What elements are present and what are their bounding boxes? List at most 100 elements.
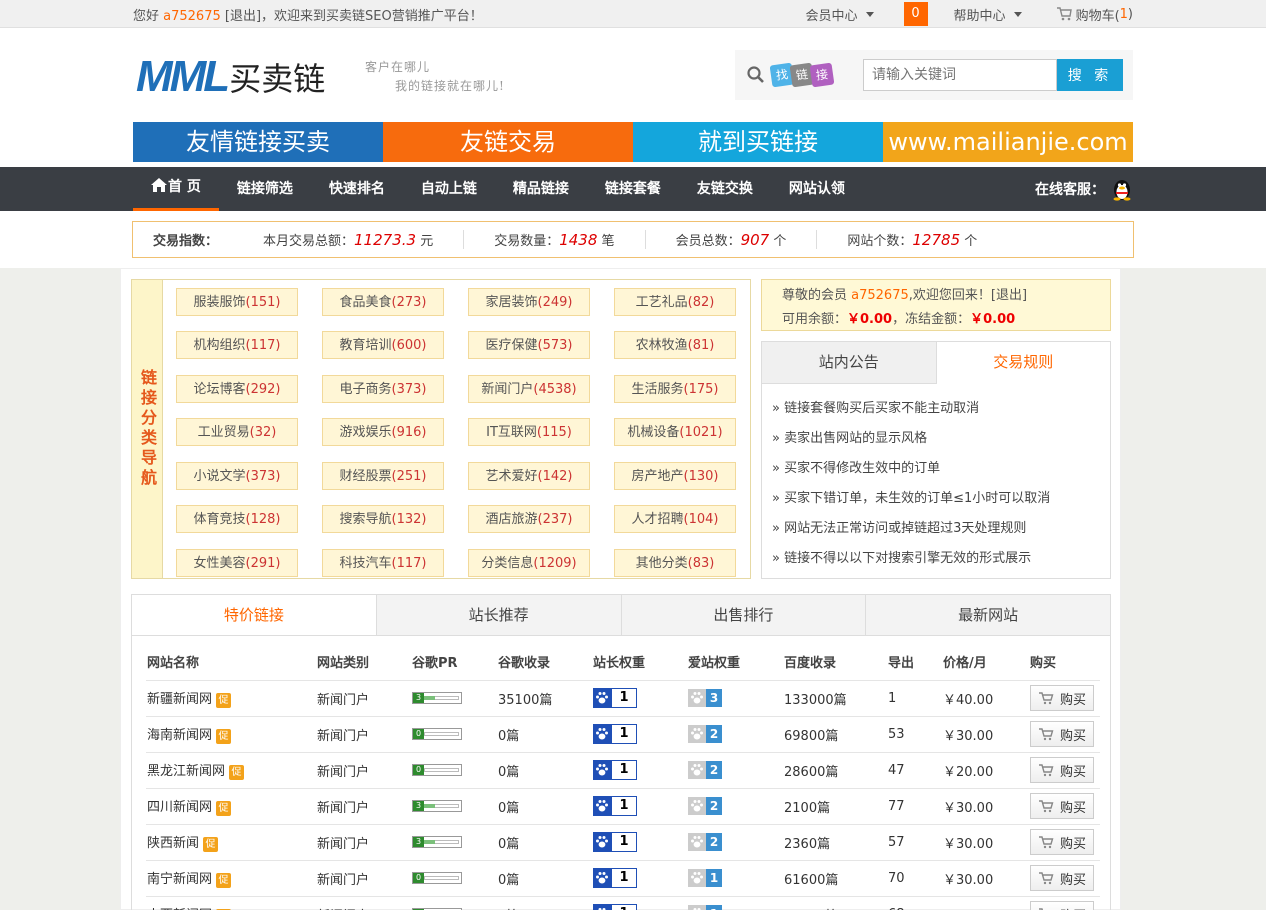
member-username-link[interactable]: a752675 <box>851 288 909 303</box>
category-link[interactable]: 农林牧渔(81) <box>614 331 736 360</box>
buy-button[interactable]: 购买 <box>1030 793 1094 819</box>
promo-banner[interactable]: 友情链接买卖 友链交易 就到买链接 www.mailianjie.com <box>133 122 1133 162</box>
category-link[interactable]: 酒店旅游(237) <box>468 505 590 534</box>
username-link[interactable]: a752675 <box>163 9 221 24</box>
nav-item[interactable]: 精品链接 <box>495 167 587 211</box>
site-name-link[interactable]: 陕西新闻 <box>147 836 199 851</box>
category-link[interactable]: 艺术爱好(142) <box>468 461 590 490</box>
search-button[interactable]: 搜 索 <box>1057 59 1123 91</box>
stat-value: 12785 <box>912 231 961 249</box>
google-pr-cell: 0 <box>411 715 497 752</box>
category-link[interactable]: 食品美食(273) <box>322 288 444 316</box>
tab-special-links[interactable]: 特价链接 <box>132 595 376 635</box>
category-link[interactable]: 医疗保健(573) <box>468 331 590 360</box>
buy-button[interactable]: 购买 <box>1030 721 1094 747</box>
category-link[interactable]: 体育竞技(128) <box>176 505 298 534</box>
nav-item[interactable]: 链接套餐 <box>587 167 679 211</box>
category-link[interactable]: 搜索导航(132) <box>322 505 444 534</box>
site-name-link[interactable]: 海南新闻网 <box>147 728 212 743</box>
banner-segment: 友情链接买卖 <box>133 122 383 162</box>
site-name-link[interactable]: 新疆新闻网 <box>147 692 212 707</box>
outbound-links: 47 <box>887 751 942 788</box>
category-link[interactable]: 分类信息(1209) <box>468 548 590 577</box>
buy-button[interactable]: 购买 <box>1030 685 1094 711</box>
member-welcome-text: ,欢迎您回来！[退出] <box>908 288 1028 303</box>
tab-site-notice[interactable]: 站内公告 <box>762 342 936 384</box>
tab-sales-ranking[interactable]: 出售排行 <box>620 595 866 635</box>
site-name-link[interactable]: 四川新闻网 <box>147 800 212 815</box>
qq-penguin-icon <box>1113 180 1131 201</box>
buy-button[interactable]: 购买 <box>1030 757 1094 783</box>
online-service[interactable]: 在线客服： <box>1035 177 1133 201</box>
aizhan-weight-value: 2 <box>706 725 722 743</box>
buy-button[interactable]: 购买 <box>1030 865 1094 891</box>
tab-new-sites[interactable]: 最新网站 <box>865 595 1110 635</box>
category-link[interactable]: 工业贸易(32) <box>176 418 298 447</box>
aizhan-weight-badge: 2 <box>688 761 722 779</box>
nav-item[interactable]: 自动上链 <box>403 167 495 211</box>
category-link[interactable]: 机构组织(117) <box>176 331 298 360</box>
search-input[interactable] <box>863 59 1057 91</box>
category-name: 服装服饰 <box>193 295 246 310</box>
category-link[interactable]: 工艺礼品(82) <box>614 288 736 316</box>
category-link[interactable]: 机械设备(1021) <box>614 418 736 447</box>
pagerank-value: 0 <box>413 873 424 883</box>
google-pr-cell: 0 <box>411 859 497 896</box>
nav-item[interactable]: 友链交换 <box>679 167 771 211</box>
category-link[interactable]: 服装服饰(151) <box>176 288 298 316</box>
category-link[interactable]: 论坛博客(292) <box>176 374 298 403</box>
category-link[interactable]: IT互联网(115) <box>468 418 590 447</box>
online-service-label: 在线客服： <box>1035 182 1105 198</box>
nav-item[interactable]: 链接筛选 <box>219 167 311 211</box>
baidu-index: 2100篇 <box>783 787 887 824</box>
webmaster-weight-value: 1 <box>611 760 637 780</box>
cart-count: 1 <box>1119 6 1128 22</box>
category-link[interactable]: 新闻门户(4538) <box>468 374 590 403</box>
tab-trade-rules[interactable]: 交易规则 <box>935 342 1110 384</box>
aizhan-paw-icon <box>688 905 706 910</box>
site-name-link[interactable]: 南宁新闻网 <box>147 872 212 887</box>
google-index: 0篇 <box>497 859 592 896</box>
category-link[interactable]: 电子商务(373) <box>322 374 444 403</box>
pagerank-bar: 0 <box>412 728 462 740</box>
category-link[interactable]: 人才招聘(104) <box>614 505 736 534</box>
notice-link[interactable]: » 链接套餐购买后买家不能主动取消 <box>772 394 1110 424</box>
site-logo[interactable]: MML 买卖链 <box>136 52 325 102</box>
buy-button[interactable]: 购买 <box>1030 829 1094 855</box>
site-name-link[interactable]: 黑龙江新闻网 <box>147 764 225 779</box>
notice-link[interactable]: » 网站无法正常访问或掉链超过3天处理规则 <box>772 514 1110 544</box>
category-link[interactable]: 房产地产(130) <box>614 461 736 490</box>
category-link[interactable]: 游戏娱乐(916) <box>322 418 444 447</box>
help-center-dropdown[interactable]: 帮助中心 <box>954 5 1022 24</box>
cart-link[interactable]: 购物车(1) <box>1056 5 1133 24</box>
category-link[interactable]: 家居装饰(249) <box>468 288 590 316</box>
category-link[interactable]: 其他分类(83) <box>614 548 736 577</box>
nav-item[interactable]: 快速排名 <box>311 167 403 211</box>
logout-link[interactable]: [退出] <box>225 9 261 24</box>
notice-link[interactable]: » 卖家出售网站的显示风格 <box>772 424 1110 454</box>
notice-link[interactable]: » 链接不得以以下对搜索引擎无效的形式展示 <box>772 544 1110 574</box>
nav-item[interactable]: 网站认领 <box>771 167 863 211</box>
notice-link[interactable]: » 买家不得修改生效中的订单 <box>772 454 1110 484</box>
category-name: 女性美容 <box>193 555 246 571</box>
category-count: (142) <box>537 468 573 484</box>
table-row: 山西新闻网促新闻门户30篇 1 1 13700篇68￥30.00 购买 <box>146 895 1100 910</box>
outbound-links: 70 <box>887 859 942 896</box>
notice-link[interactable]: » 买家下错订单，未生效的订单≤1小时可以取消 <box>772 484 1110 514</box>
site-category: 新闻门户 <box>316 751 411 788</box>
nav-item-label: 首 页 <box>168 179 201 195</box>
category-link[interactable]: 生活服务(175) <box>614 374 736 403</box>
buy-button[interactable]: 购买 <box>1030 901 1094 910</box>
category-link[interactable]: 科技汽车(117) <box>322 548 444 577</box>
category-link[interactable]: 小说文学(373) <box>176 461 298 490</box>
webmaster-weight-badge: 1 <box>593 688 637 708</box>
webmaster-weight-value: 1 <box>611 832 637 852</box>
nav-item[interactable]: 首 页 <box>133 167 219 211</box>
category-link[interactable]: 教育培训(600) <box>322 331 444 360</box>
message-count-badge[interactable]: 0 <box>903 2 928 26</box>
member-center-dropdown[interactable]: 会员中心 <box>806 5 874 24</box>
category-count: (249) <box>537 295 573 310</box>
tab-webmaster-picks[interactable]: 站长推荐 <box>375 595 621 635</box>
category-link[interactable]: 女性美容(291) <box>176 548 298 577</box>
category-link[interactable]: 财经股票(251) <box>322 461 444 490</box>
